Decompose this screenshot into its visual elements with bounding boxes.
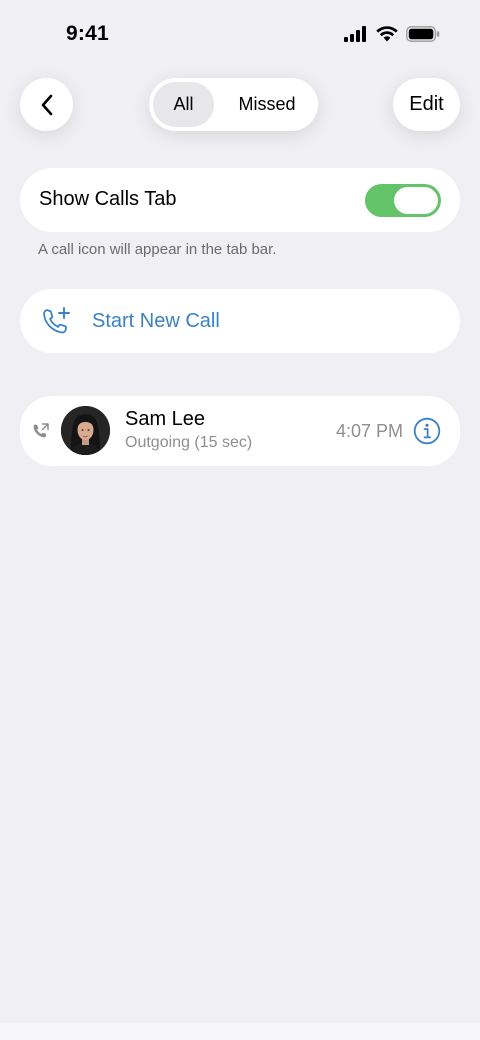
phone-plus-icon <box>43 307 70 334</box>
show-calls-tab-label: Show Calls Tab <box>39 188 177 210</box>
tab-all[interactable]: All <box>153 82 214 127</box>
calls-screen: 9:41 All Missed Edit Show Calls Tab A ca… <box>0 0 480 1040</box>
show-calls-tab-row: Show Calls Tab <box>20 168 460 232</box>
edit-button[interactable]: Edit <box>393 78 460 131</box>
start-new-call-label: Start New Call <box>92 310 220 332</box>
start-new-call-button[interactable]: Start New Call <box>20 289 460 353</box>
contact-name: Sam Lee <box>125 408 206 430</box>
call-time: 4:07 PM <box>335 421 403 441</box>
call-filter-segmented-control: All Missed <box>149 78 318 131</box>
tab-missed[interactable]: Missed <box>220 82 314 127</box>
bottom-strip <box>0 1023 480 1040</box>
switch-knob <box>394 187 438 214</box>
status-icons <box>344 26 440 42</box>
signal-icon <box>344 26 366 42</box>
contact-photo <box>61 406 110 455</box>
battery-icon <box>406 26 440 42</box>
show-calls-tab-switch[interactable] <box>365 184 441 217</box>
call-detail: Outgoing (15 sec) <box>125 434 253 451</box>
info-icon[interactable] <box>413 417 441 445</box>
status-bar: 9:41 <box>0 0 480 70</box>
wifi-icon <box>376 26 398 42</box>
back-button[interactable] <box>20 78 73 131</box>
status-time: 9:41 <box>66 22 109 45</box>
avatar <box>61 406 110 455</box>
call-row[interactable]: Sam Lee Outgoing (15 sec) 4:07 PM <box>20 396 460 466</box>
outgoing-call-icon <box>33 423 49 438</box>
show-calls-tab-footnote: A call icon will appear in the tab bar. <box>38 241 277 258</box>
header: All Missed Edit <box>0 78 480 132</box>
chevron-left-icon <box>41 94 52 115</box>
